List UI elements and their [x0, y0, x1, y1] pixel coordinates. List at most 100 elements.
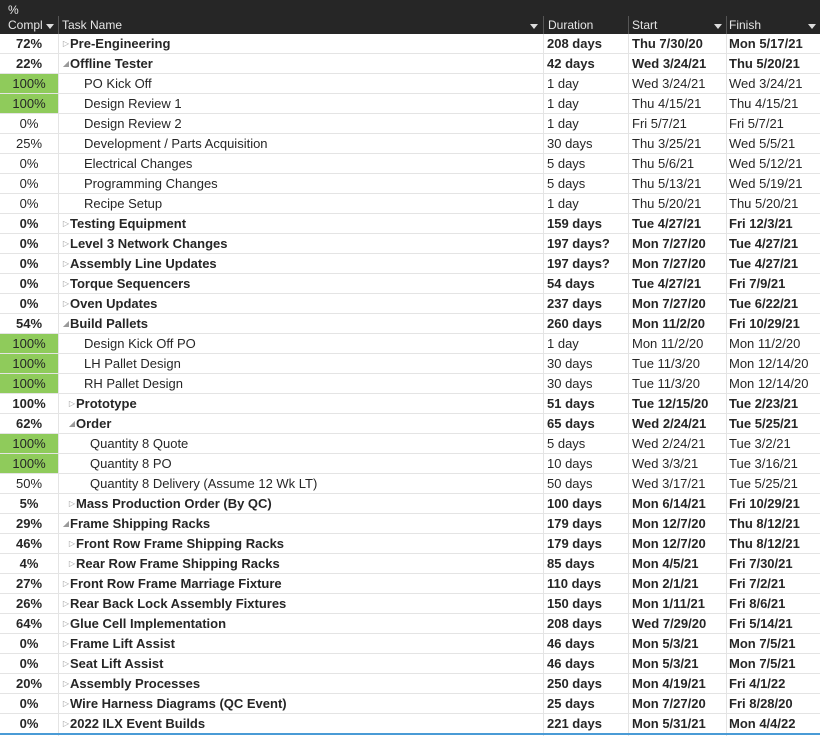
finish-date-cell[interactable]: Mon 5/17/21 [728, 34, 820, 53]
task-name-cell[interactable]: Design Review 1 [60, 94, 542, 113]
duration-cell[interactable]: 260 days [544, 314, 628, 333]
summary-task-row[interactable]: 46% ▷Front Row Frame Shipping Racks 179 da… [0, 534, 820, 554]
filter-dropdown-icon[interactable] [808, 24, 816, 29]
task-name-cell[interactable]: ▷Assembly Line Updates [60, 254, 542, 273]
percent-complete-cell[interactable]: 26% [0, 594, 58, 613]
task-name-cell[interactable]: ▷Prototype [60, 394, 542, 413]
start-date-cell[interactable]: Thu 3/25/21 [630, 134, 726, 153]
percent-complete-cell[interactable]: 0% [0, 194, 58, 213]
percent-complete-cell[interactable]: 0% [0, 634, 58, 653]
start-date-cell[interactable]: Mon 7/27/20 [630, 694, 726, 713]
task-name-cell[interactable]: Design Review 2 [60, 114, 542, 133]
start-date-cell[interactable]: Wed 7/29/20 [630, 614, 726, 633]
summary-task-row[interactable]: 0% ▷Wire Harness Diagrams (QC Event) 25 da… [0, 694, 820, 714]
finish-date-cell[interactable]: Fri 7/30/21 [728, 554, 820, 573]
start-date-cell[interactable]: Mon 12/7/20 [630, 514, 726, 533]
duration-cell[interactable]: 5 days [544, 434, 628, 453]
expand-triangle-icon[interactable]: ▷ [62, 594, 70, 613]
duration-cell[interactable]: 1 day [544, 94, 628, 113]
task-name-cell[interactable]: Programming Changes [60, 174, 542, 193]
start-date-cell[interactable]: Wed 3/17/21 [630, 474, 726, 493]
percent-complete-cell[interactable]: 0% [0, 114, 58, 133]
task-name-cell[interactable]: RH Pallet Design [60, 374, 542, 393]
finish-date-cell[interactable]: Wed 3/24/21 [728, 74, 820, 93]
start-date-cell[interactable]: Mon 5/31/21 [630, 714, 726, 733]
finish-date-cell[interactable]: Fri 7/2/21 [728, 574, 820, 593]
percent-complete-cell[interactable]: 100% [0, 434, 58, 453]
duration-cell[interactable]: 159 days [544, 214, 628, 233]
percent-complete-cell[interactable]: 72% [0, 34, 58, 53]
summary-task-row[interactable]: 5% ▷Mass Production Order (By QC) 100 days… [0, 494, 820, 514]
duration-cell[interactable]: 50 days [544, 474, 628, 493]
column-header-task-name[interactable]: Task Name [60, 0, 542, 34]
finish-date-cell[interactable]: Thu 5/20/21 [728, 54, 820, 73]
duration-cell[interactable]: 221 days [544, 714, 628, 733]
finish-date-cell[interactable]: Mon 7/5/21 [728, 654, 820, 673]
task-name-cell[interactable]: ▷Front Row Frame Marriage Fixture [60, 574, 542, 593]
duration-cell[interactable]: 5 days [544, 174, 628, 193]
collapse-triangle-icon[interactable]: ◢ [68, 414, 76, 433]
summary-task-row[interactable]: 0% ▷Torque Sequencers 54 days Tue 4/27/21 Fr… [0, 274, 820, 294]
expand-triangle-icon[interactable]: ▷ [62, 214, 70, 233]
task-name-cell[interactable]: ◢Order [60, 414, 542, 433]
summary-task-row[interactable]: 20% ▷Assembly Processes 250 days Mon 4/19/2… [0, 674, 820, 694]
percent-complete-cell[interactable]: 0% [0, 694, 58, 713]
column-divider[interactable] [628, 16, 629, 34]
task-name-cell[interactable]: ▷Rear Back Lock Assembly Fixtures [60, 594, 542, 613]
duration-cell[interactable]: 42 days [544, 54, 628, 73]
expand-triangle-icon[interactable]: ▷ [68, 494, 76, 513]
duration-cell[interactable]: 65 days [544, 414, 628, 433]
start-date-cell[interactable]: Mon 2/1/21 [630, 574, 726, 593]
task-name-cell[interactable]: ▷Assembly Processes [60, 674, 542, 693]
duration-cell[interactable]: 1 day [544, 114, 628, 133]
start-date-cell[interactable]: Mon 7/27/20 [630, 294, 726, 313]
collapse-triangle-icon[interactable]: ◢ [62, 514, 70, 533]
task-name-cell[interactable]: ▷Rear Row Frame Shipping Racks [60, 554, 542, 573]
finish-date-cell[interactable]: Tue 5/25/21 [728, 474, 820, 493]
expand-triangle-icon[interactable]: ▷ [62, 34, 70, 53]
summary-task-row[interactable]: 0% ▷2022 ILX Event Builds 221 days Mon 5/31… [0, 714, 820, 734]
duration-cell[interactable]: 25 days [544, 694, 628, 713]
expand-triangle-icon[interactable]: ▷ [62, 634, 70, 653]
duration-cell[interactable]: 179 days [544, 514, 628, 533]
task-name-cell[interactable]: ▷2022 ILX Event Builds [60, 714, 542, 733]
expand-triangle-icon[interactable]: ▷ [68, 554, 76, 573]
task-row[interactable]: 25% Development / Parts Acquisition 30 day… [0, 134, 820, 154]
duration-cell[interactable]: 1 day [544, 194, 628, 213]
percent-complete-cell[interactable]: 22% [0, 54, 58, 73]
duration-cell[interactable]: 250 days [544, 674, 628, 693]
percent-complete-cell[interactable]: 54% [0, 314, 58, 333]
percent-complete-cell[interactable]: 0% [0, 714, 58, 733]
percent-complete-cell[interactable]: 4% [0, 554, 58, 573]
start-date-cell[interactable]: Mon 7/27/20 [630, 234, 726, 253]
duration-cell[interactable]: 208 days [544, 614, 628, 633]
percent-complete-cell[interactable]: 0% [0, 254, 58, 273]
task-row[interactable]: 100% Quantity 8 PO 10 days Wed 3/3/21 Tue 3/… [0, 454, 820, 474]
finish-date-cell[interactable]: Thu 8/12/21 [728, 534, 820, 553]
task-name-cell[interactable]: Recipe Setup [60, 194, 542, 213]
start-date-cell[interactable]: Wed 3/24/21 [630, 74, 726, 93]
percent-complete-cell[interactable]: 0% [0, 274, 58, 293]
percent-complete-cell[interactable]: 0% [0, 294, 58, 313]
start-date-cell[interactable]: Mon 11/2/20 [630, 314, 726, 333]
filter-dropdown-icon[interactable] [46, 24, 54, 29]
start-date-cell[interactable]: Thu 5/20/21 [630, 194, 726, 213]
task-name-cell[interactable]: Quantity 8 PO [60, 454, 542, 473]
task-name-cell[interactable]: ▷Wire Harness Diagrams (QC Event) [60, 694, 542, 713]
start-date-cell[interactable]: Tue 4/27/21 [630, 214, 726, 233]
finish-date-cell[interactable]: Mon 12/14/20 [728, 354, 820, 373]
percent-complete-cell[interactable]: 0% [0, 654, 58, 673]
finish-date-cell[interactable]: Tue 5/25/21 [728, 414, 820, 433]
percent-complete-cell[interactable]: 100% [0, 354, 58, 373]
task-name-cell[interactable]: ▷Frame Lift Assist [60, 634, 542, 653]
finish-date-cell[interactable]: Tue 2/23/21 [728, 394, 820, 413]
finish-date-cell[interactable]: Wed 5/19/21 [728, 174, 820, 193]
summary-task-row[interactable]: 22% ◢Offline Tester 42 days Wed 3/24/21 Thu … [0, 54, 820, 74]
percent-complete-cell[interactable]: 100% [0, 374, 58, 393]
percent-complete-cell[interactable]: 25% [0, 134, 58, 153]
percent-complete-cell[interactable]: 0% [0, 214, 58, 233]
finish-date-cell[interactable]: Tue 4/27/21 [728, 234, 820, 253]
task-row[interactable]: 50% Quantity 8 Delivery (Assume 12 Wk LT)… [0, 474, 820, 494]
duration-cell[interactable]: 1 day [544, 74, 628, 93]
duration-cell[interactable]: 197 days? [544, 234, 628, 253]
